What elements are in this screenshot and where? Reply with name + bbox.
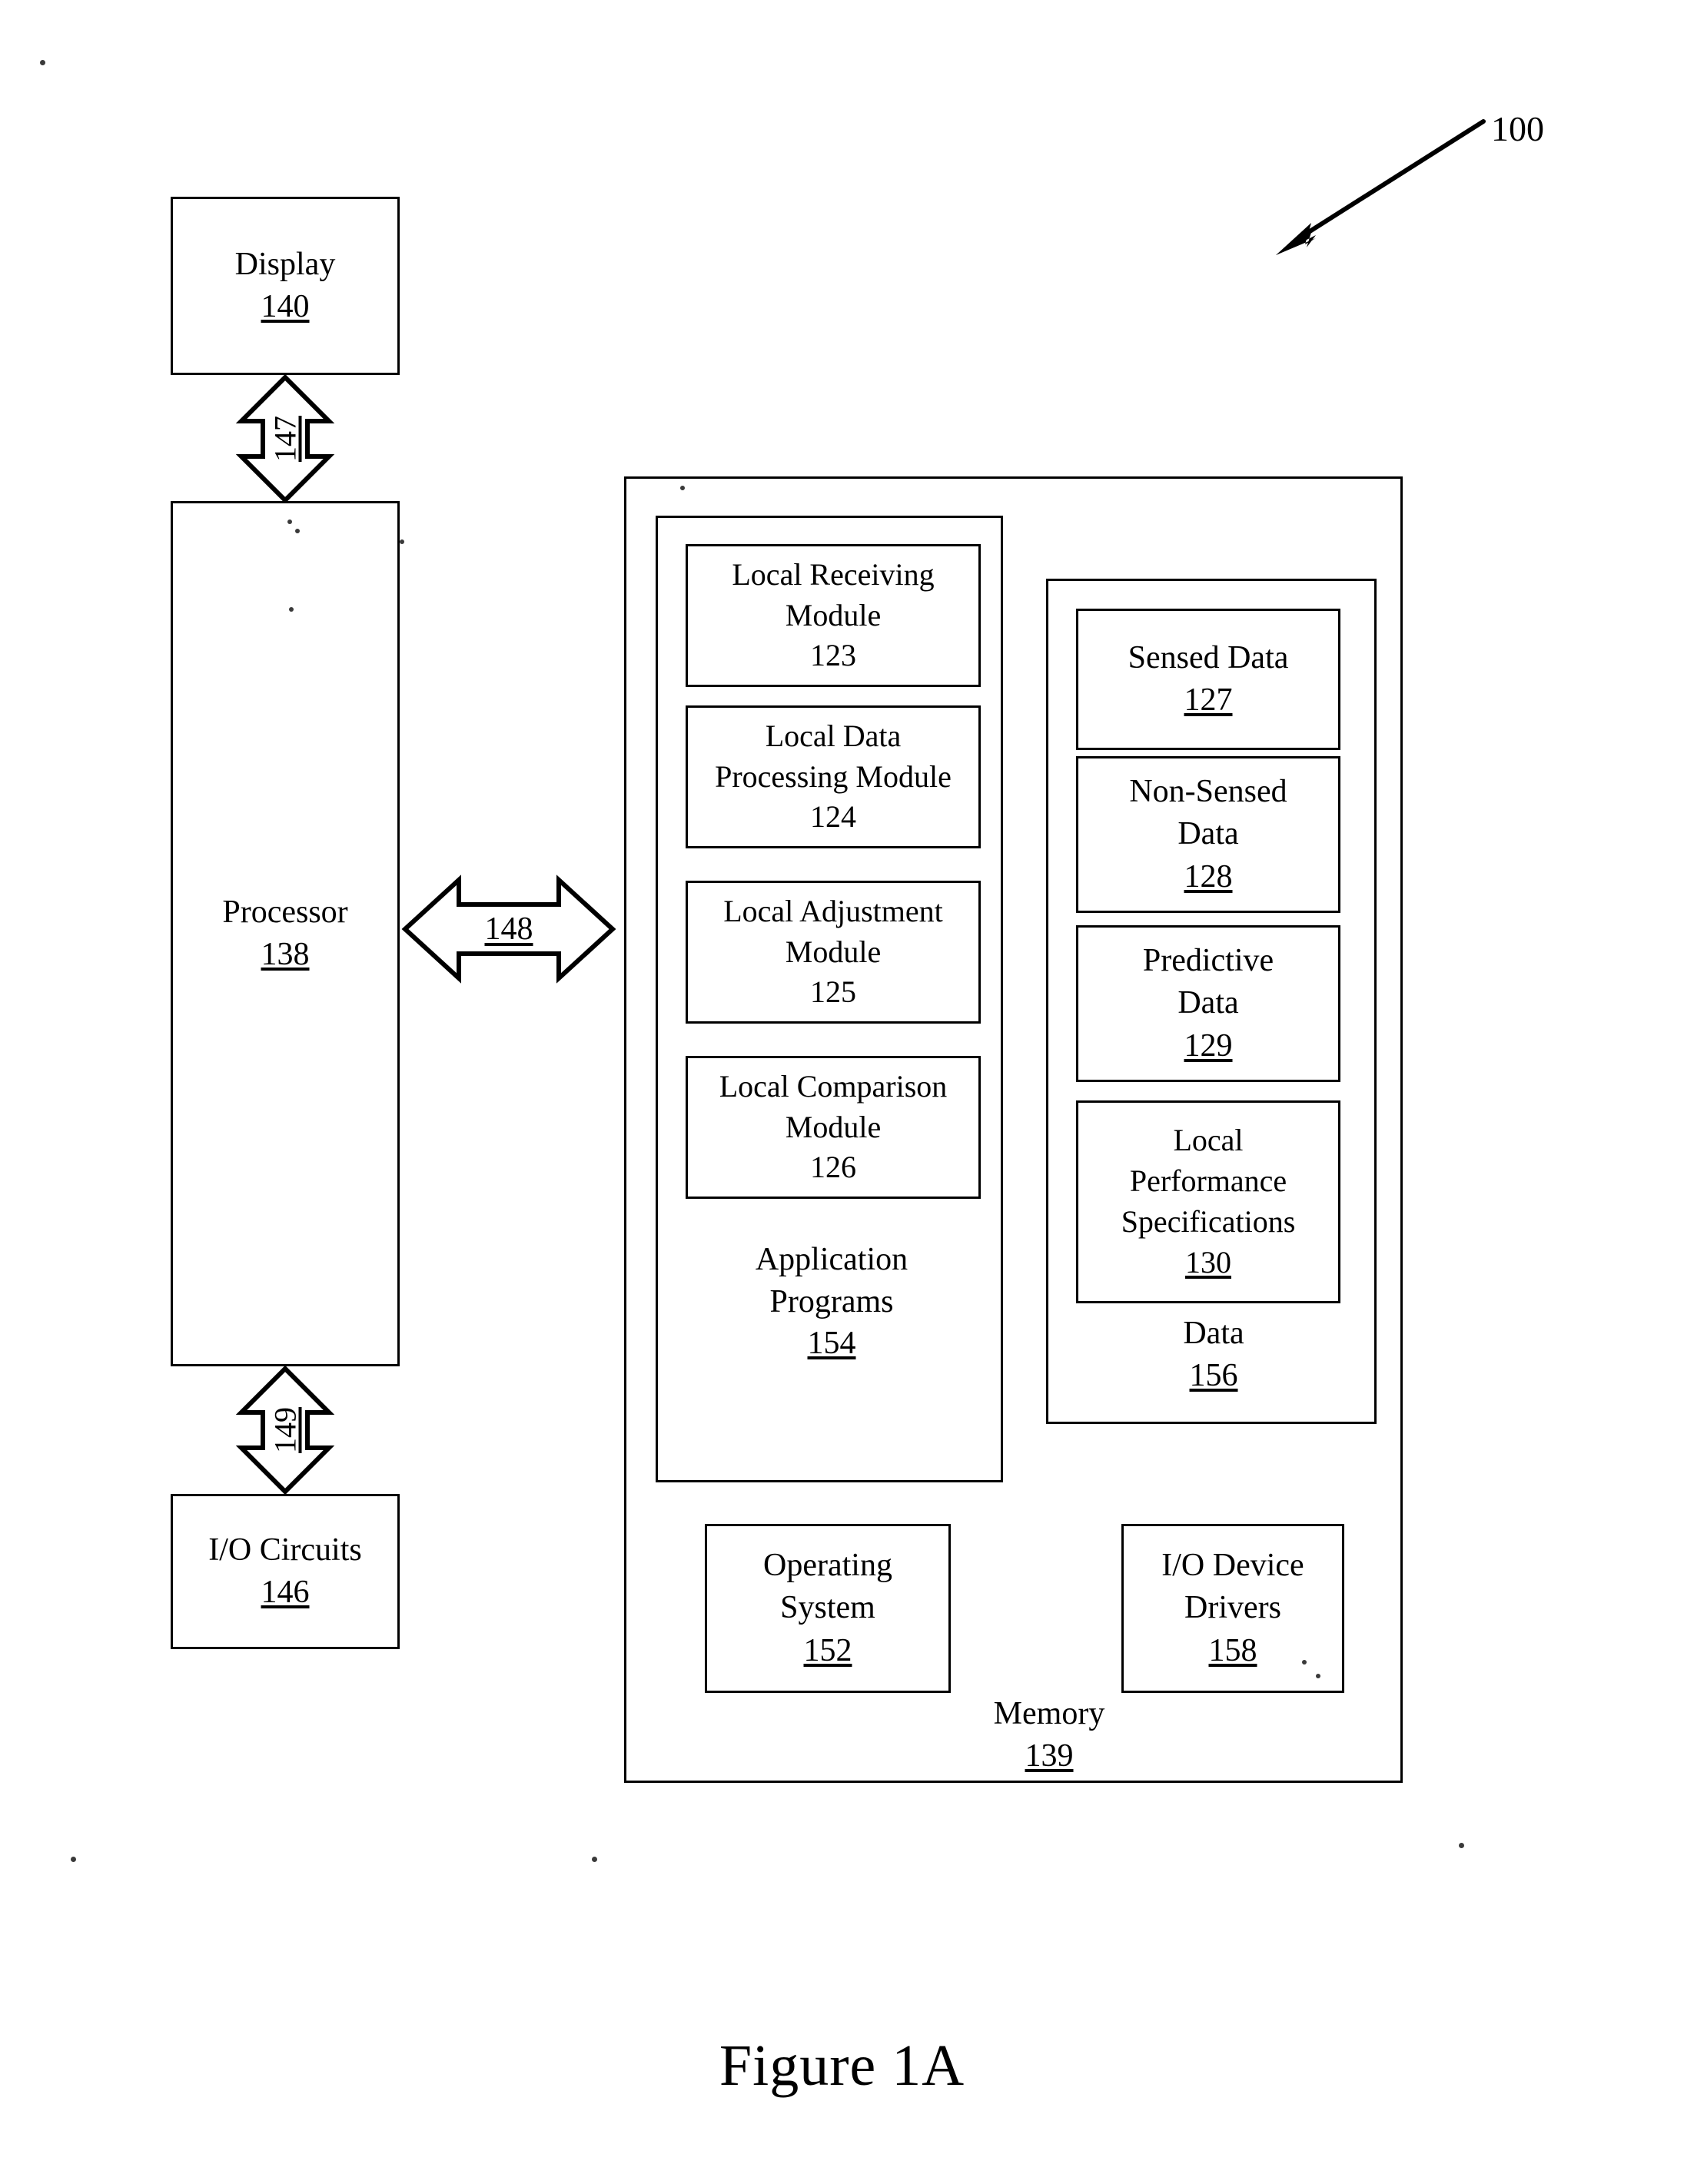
application-programs-ref: 154	[807, 1326, 856, 1362]
local-data-processing-module-box: Local Data Processing Module 124	[686, 705, 981, 848]
module-ref: 126	[810, 1150, 856, 1185]
module-line1: Local Data	[765, 718, 902, 753]
data-item-ref: 130	[1185, 1244, 1231, 1280]
data-item-line1: Local	[1173, 1123, 1244, 1158]
operating-system-ref: 152	[803, 1632, 852, 1668]
application-programs-caption: Application Programs 154	[658, 1239, 1005, 1365]
operating-system-line2: System	[780, 1590, 875, 1626]
data-item-ref: 128	[1184, 858, 1233, 895]
memory-caption: Memory 139	[957, 1693, 1141, 1777]
scan-speck	[289, 607, 294, 612]
io-device-drivers-line2: Drivers	[1184, 1590, 1281, 1626]
processor-box: Processor 138	[171, 501, 400, 1366]
local-comparison-module-box: Local Comparison Module 126	[686, 1056, 981, 1199]
scan-speck	[400, 539, 404, 544]
application-programs-line2: Programs	[769, 1283, 894, 1319]
io-device-drivers-box: I/O Device Drivers 158	[1121, 1524, 1344, 1693]
predictive-data-box: Predictive Data 129	[1076, 925, 1340, 1082]
local-performance-specifications-box: Local Performance Specifications 130	[1076, 1100, 1340, 1303]
module-line2: Processing Module	[715, 758, 952, 794]
local-receiving-module-box: Local Receiving Module 123	[686, 544, 981, 687]
memory-label: Memory	[993, 1696, 1105, 1731]
operating-system-box: Operating System 152	[705, 1524, 951, 1693]
data-item-line1: Non-Sensed	[1129, 773, 1287, 809]
connection-ref-148: 148	[484, 911, 533, 947]
scan-speck	[592, 1857, 597, 1862]
module-line2: Module	[785, 934, 882, 969]
connection-ref-149: 149	[267, 1407, 303, 1453]
data-caption: Data 156	[1048, 1313, 1379, 1396]
system-ref-leader-arrow	[1268, 115, 1491, 261]
module-ref: 125	[810, 974, 856, 1010]
data-item-line2: Data	[1177, 985, 1239, 1021]
data-item-line2: Performance	[1129, 1163, 1287, 1199]
scan-speck	[71, 1857, 76, 1862]
io-device-drivers-line1: I/O Device	[1161, 1547, 1304, 1583]
scan-speck	[40, 60, 45, 65]
module-ref: 124	[810, 799, 856, 835]
connection-arrow-149: 149	[235, 1365, 335, 1495]
operating-system-line1: Operating	[763, 1547, 892, 1583]
memory-ref: 139	[1025, 1738, 1074, 1774]
sensed-data-box: Sensed Data 127	[1076, 609, 1340, 750]
processor-ref: 138	[261, 937, 310, 972]
application-programs-box: Local Receiving Module 123 Local Data Pr…	[656, 516, 1003, 1482]
module-line2: Module	[785, 1109, 882, 1144]
data-box: Sensed Data 127 Non-Sensed Data 128 Pred…	[1046, 579, 1377, 1424]
patent-figure-page: 100 Display 140 147 Processor 138 149 I/…	[0, 0, 1684, 2184]
data-item-line1: Predictive	[1142, 942, 1274, 978]
scan-speck	[680, 486, 685, 490]
figure-caption: Figure 1A	[719, 2033, 965, 2098]
data-item-ref: 129	[1184, 1027, 1233, 1064]
module-line1: Local Receiving	[732, 556, 935, 592]
data-item-ref: 127	[1184, 682, 1233, 718]
connection-arrow-147: 147	[235, 373, 335, 504]
module-line1: Local Comparison	[719, 1068, 948, 1104]
module-line1: Local Adjustment	[723, 893, 943, 928]
scan-speck	[1316, 1674, 1320, 1678]
io-circuits-box: I/O Circuits 146	[171, 1494, 400, 1649]
application-programs-line1: Application	[755, 1242, 908, 1277]
scan-speck	[1459, 1843, 1464, 1848]
display-label: Display	[234, 246, 336, 282]
module-line2: Module	[785, 597, 882, 632]
io-circuits-ref: 146	[261, 1575, 310, 1610]
data-caption-label: Data	[1183, 1316, 1244, 1351]
display-ref: 140	[261, 289, 310, 324]
memory-box: Local Receiving Module 123 Local Data Pr…	[624, 476, 1403, 1783]
scan-speck	[295, 529, 300, 533]
io-circuits-label: I/O Circuits	[208, 1532, 362, 1568]
processor-label: Processor	[222, 894, 348, 930]
non-sensed-data-box: Non-Sensed Data 128	[1076, 756, 1340, 913]
io-device-drivers-ref: 158	[1208, 1632, 1257, 1668]
module-ref: 123	[810, 638, 856, 673]
data-item-line1: Sensed Data	[1128, 639, 1289, 675]
connection-arrow-148: 148	[401, 875, 616, 984]
scan-speck	[287, 519, 292, 524]
local-adjustment-module-box: Local Adjustment Module 125	[686, 881, 981, 1024]
connection-ref-147: 147	[267, 416, 303, 462]
data-caption-ref: 156	[1189, 1357, 1238, 1393]
data-item-line2: Data	[1177, 816, 1239, 852]
data-item-line3: Specifications	[1121, 1204, 1296, 1239]
display-box: Display 140	[171, 197, 400, 375]
scan-speck	[1302, 1660, 1307, 1665]
system-ref-100: 100	[1491, 109, 1544, 148]
